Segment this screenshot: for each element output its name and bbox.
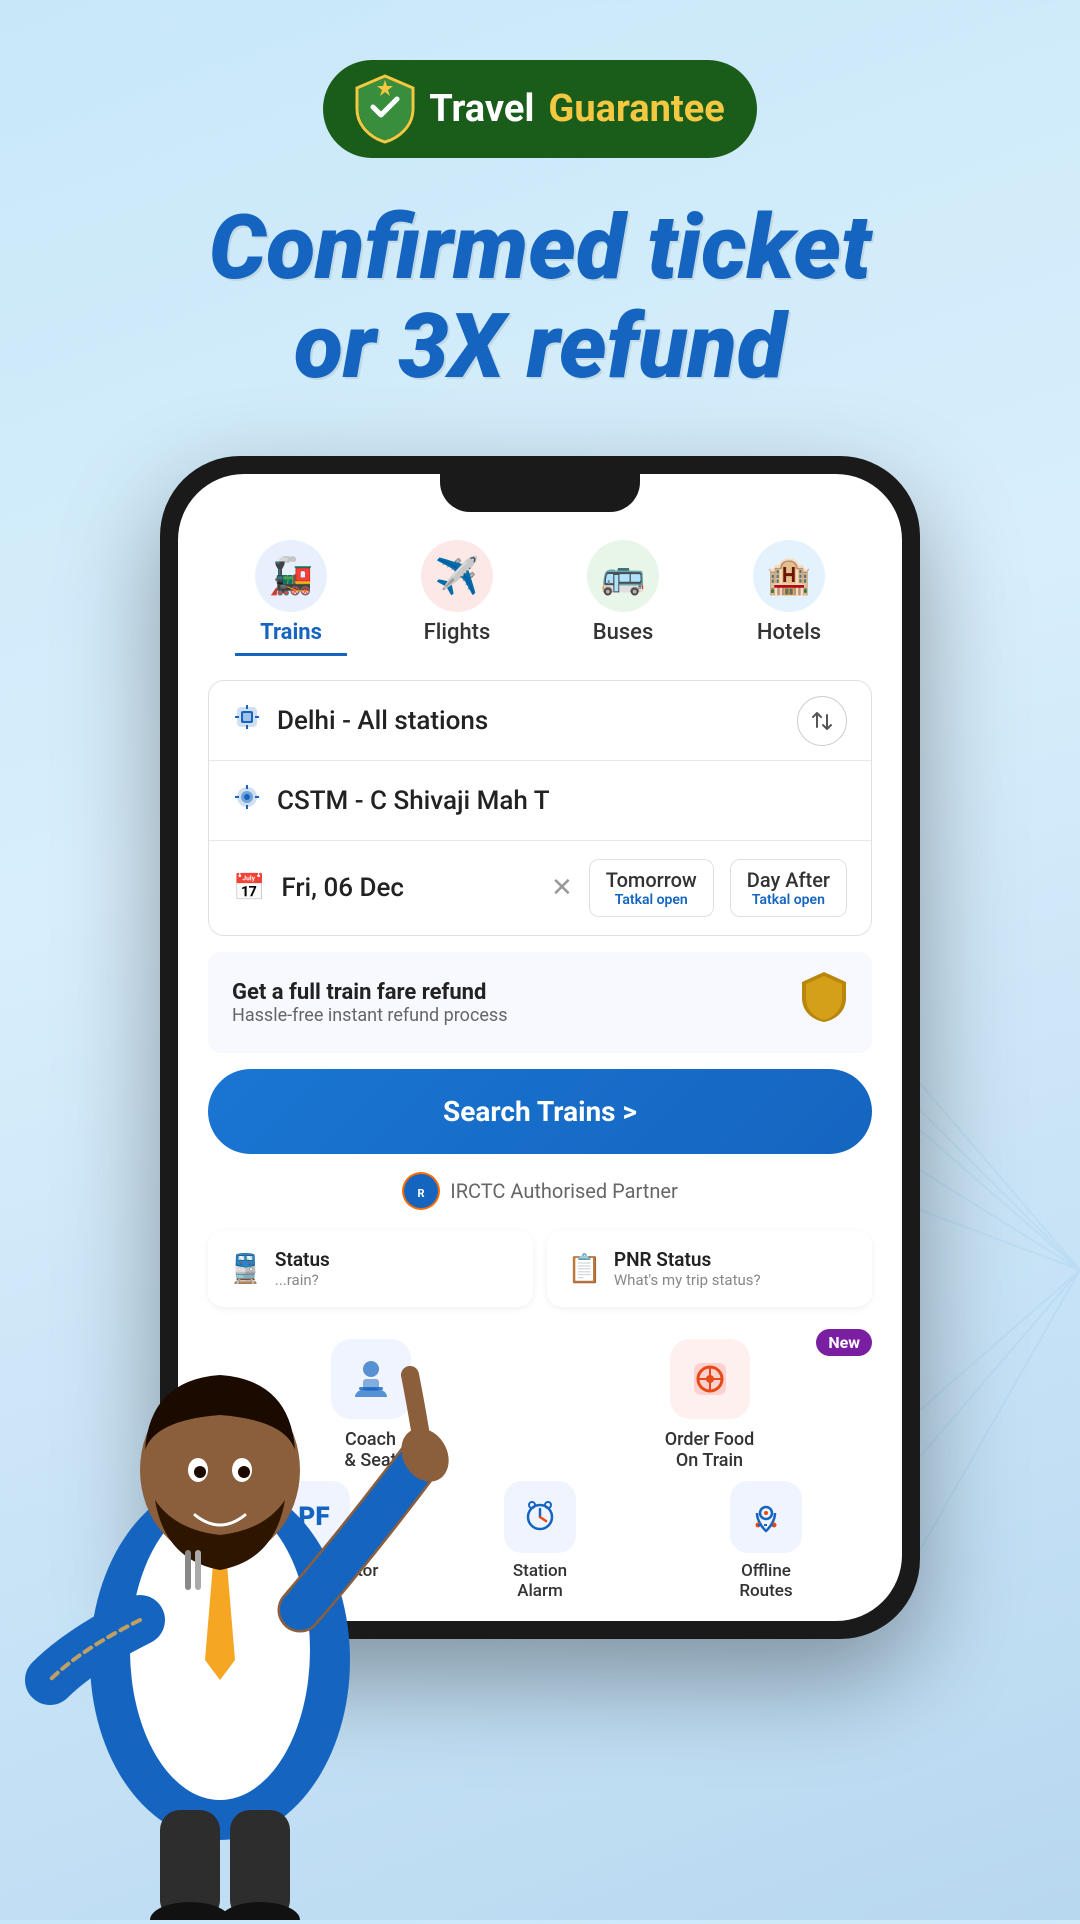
bottom-actions-row: PF Platform Locator bbox=[208, 1481, 872, 1601]
coach-seat-action[interactable]: Coach& Seat bbox=[208, 1339, 533, 1471]
coach-seat-icon bbox=[331, 1339, 411, 1419]
tab-trains-label: Trains bbox=[260, 620, 322, 645]
svg-text:R: R bbox=[418, 1187, 425, 1200]
station-alarm-label: StationAlarm bbox=[513, 1561, 567, 1601]
clear-date-button[interactable]: ✕ bbox=[551, 873, 573, 903]
offline-routes-action[interactable]: OfflineRoutes bbox=[660, 1481, 872, 1601]
search-button-label: Search Trains > bbox=[443, 1095, 637, 1128]
to-station-row[interactable]: CSTM - C Shivaji Mah T bbox=[209, 761, 871, 841]
order-food-action[interactable]: New Order FoodOn Train bbox=[547, 1339, 872, 1471]
platform-locator-icon: PF bbox=[278, 1481, 350, 1553]
refund-subtitle: Hassle-free instant refund process bbox=[232, 1005, 800, 1026]
shield-icon bbox=[355, 74, 415, 144]
tab-trains[interactable]: 🚂 Trains bbox=[235, 532, 347, 656]
irctc-logo: R bbox=[402, 1172, 440, 1210]
train-status-icon: 🚆 bbox=[228, 1252, 263, 1285]
tab-flights[interactable]: ✈️ Flights bbox=[401, 532, 513, 656]
to-station-icon bbox=[233, 783, 261, 818]
to-station-text: CSTM - C Shivaji Mah T bbox=[277, 786, 550, 816]
travel-guarantee-badge: Travel Guarantee bbox=[323, 60, 757, 158]
offline-routes-label: OfflineRoutes bbox=[739, 1561, 792, 1601]
pnr-status-card[interactable]: 📋 PNR Status What's my trip status? bbox=[547, 1230, 872, 1307]
platform-locator-label: Platform Locator bbox=[250, 1561, 379, 1581]
pnr-status-sub: What's my trip status? bbox=[614, 1271, 761, 1289]
tab-flights-label: Flights bbox=[424, 620, 491, 645]
pnr-status-icon: 📋 bbox=[567, 1252, 602, 1285]
offline-routes-icon bbox=[730, 1481, 802, 1553]
platform-locator-action[interactable]: PF Platform Locator bbox=[208, 1481, 420, 1601]
order-food-icon bbox=[670, 1339, 750, 1419]
new-badge: New bbox=[816, 1329, 872, 1356]
station-alarm-action[interactable]: StationAlarm bbox=[434, 1481, 646, 1601]
tomorrow-button[interactable]: Tomorrow Tatkal open bbox=[589, 859, 714, 917]
date-row[interactable]: 📅 Fri, 06 Dec ✕ Tomorrow Tatkal open Day… bbox=[209, 841, 871, 935]
top-section: Travel Guarantee Confirmed ticket or 3X … bbox=[0, 0, 1080, 456]
buses-icon: 🚌 bbox=[587, 540, 659, 612]
selected-date: Fri, 06 Dec bbox=[281, 873, 535, 903]
refund-title: Get a full train fare refund bbox=[232, 980, 800, 1005]
calendar-icon: 📅 bbox=[233, 873, 265, 903]
headline: Confirmed ticket or 3X refund bbox=[149, 198, 931, 396]
flights-icon: ✈️ bbox=[421, 540, 493, 612]
irctc-partner-row: R IRCTC Authorised Partner bbox=[208, 1172, 872, 1210]
tab-hotels[interactable]: 🏨 Hotels bbox=[733, 532, 845, 656]
coach-seat-label: Coach& Seat bbox=[344, 1429, 396, 1471]
badge-text-travel: Travel bbox=[429, 87, 534, 131]
from-station-row[interactable]: Delhi - All stations bbox=[209, 681, 871, 761]
nav-tabs: 🚂 Trains ✈️ Flights 🚌 Buses 🏨 bbox=[208, 532, 872, 656]
tab-buses-label: Buses bbox=[593, 620, 654, 645]
day-after-button[interactable]: Day After Tatkal open bbox=[730, 859, 847, 917]
station-alarm-icon bbox=[504, 1481, 576, 1553]
swap-stations-button[interactable] bbox=[797, 696, 847, 746]
tab-buses[interactable]: 🚌 Buses bbox=[567, 532, 679, 656]
phone-notch bbox=[440, 474, 640, 512]
order-food-label: Order FoodOn Train bbox=[665, 1429, 755, 1471]
search-trains-button[interactable]: Search Trains > bbox=[208, 1069, 872, 1154]
train-status-card[interactable]: 🚆 Status ...rain? bbox=[208, 1230, 533, 1307]
quick-actions-row: Coach& Seat New bbox=[208, 1339, 872, 1471]
irctc-label: IRCTC Authorised Partner bbox=[450, 1179, 678, 1203]
refund-shield-icon bbox=[800, 970, 848, 1035]
refund-banner: Get a full train fare refund Hassle-free… bbox=[208, 952, 872, 1053]
from-station-text: Delhi - All stations bbox=[277, 706, 488, 736]
status-cards-row: 🚆 Status ...rain? 📋 PNR Status What's my… bbox=[208, 1230, 872, 1321]
search-form: Delhi - All stations bbox=[208, 680, 872, 936]
pnr-status-title: PNR Status bbox=[614, 1248, 761, 1271]
from-station-icon bbox=[233, 703, 261, 738]
train-status-title: Status bbox=[275, 1248, 330, 1271]
badge-text-guarantee: Guarantee bbox=[548, 87, 724, 131]
train-status-sub: ...rain? bbox=[275, 1271, 330, 1289]
tab-hotels-label: Hotels bbox=[757, 620, 821, 645]
trains-icon: 🚂 bbox=[255, 540, 327, 612]
hotels-icon: 🏨 bbox=[753, 540, 825, 612]
phone-mockup: 🚂 Trains ✈️ Flights 🚌 Buses 🏨 bbox=[160, 456, 920, 1639]
